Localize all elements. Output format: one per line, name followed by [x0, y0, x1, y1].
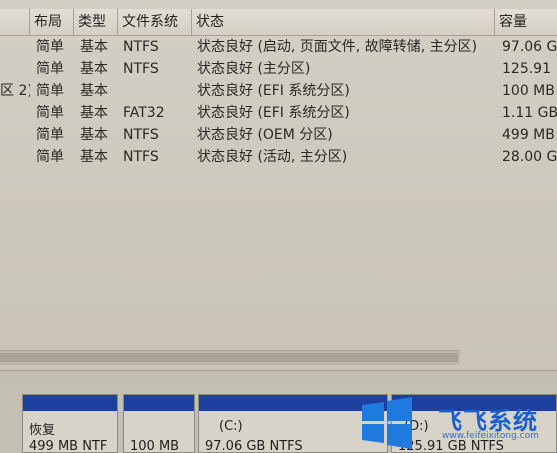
volume-list-header: 布局 类型 文件系统 状态 容量: [0, 9, 557, 36]
volume-type: 基本: [80, 127, 108, 143]
volume-type: 基本: [80, 39, 108, 55]
volume-type: 基本: [80, 61, 108, 77]
column-header-volume[interactable]: [0, 9, 30, 35]
watermark-url: www.feifeixitong.com: [442, 431, 539, 441]
volume-name: 区 2): [0, 83, 30, 99]
watermark: 飞飞系统 www.feifeixitong.com: [360, 395, 557, 453]
volume-type: 基本: [80, 83, 108, 99]
volume-type: 基本: [80, 149, 108, 165]
column-header-type[interactable]: 类型: [74, 9, 118, 35]
partition-label: (C:): [219, 419, 243, 434]
volume-layout: 简单: [36, 83, 64, 99]
volume-capacity: 499 MB: [502, 127, 555, 143]
volume-status: 状态良好 (EFI 系统分区): [197, 105, 350, 121]
volume-type: 基本: [80, 105, 108, 121]
volume-row[interactable]: 简单 基本 NTFS 状态良好 (主分区) 125.91: [0, 58, 557, 80]
partition-bar: [23, 395, 117, 411]
partition-bar: [124, 395, 194, 411]
volume-filesystem: NTFS: [123, 127, 159, 143]
column-header-capacity[interactable]: 容量: [495, 9, 557, 35]
windows-logo-icon: [362, 397, 412, 449]
partition-recovery[interactable]: 恢复 499 MB NTF: [22, 394, 118, 453]
volume-layout: 简单: [36, 39, 64, 55]
volume-name: [0, 146, 30, 168]
partition-bar: [199, 395, 387, 411]
partition-label: 恢复: [29, 423, 56, 438]
partition-size: 499 MB NTF: [29, 439, 108, 453]
horizontal-scrollbar[interactable]: [0, 350, 460, 365]
volume-layout: 简单: [36, 149, 64, 165]
volume-row[interactable]: 简单 基本 FAT32 状态良好 (EFI 系统分区) 1.11 GB: [0, 102, 557, 124]
volume-name: [0, 102, 30, 124]
partition-efi[interactable]: 100 MB: [123, 394, 195, 453]
volume-capacity: 1.11 GB: [502, 105, 557, 121]
column-header-status[interactable]: 状态: [192, 9, 495, 35]
volume-filesystem: [123, 80, 193, 102]
volume-filesystem: FAT32: [123, 105, 165, 121]
disk-management-window: 布局 类型 文件系统 状态 容量 简单 基本 NTFS 状态良好 (启动, 页面…: [0, 0, 557, 453]
volume-filesystem: NTFS: [123, 39, 159, 55]
volume-name: [0, 36, 30, 58]
volume-name: [0, 124, 30, 146]
volume-filesystem: NTFS: [123, 61, 159, 77]
volume-layout: 简单: [36, 105, 64, 121]
volume-row[interactable]: 简单 基本 NTFS 状态良好 (OEM 分区) 499 MB: [0, 124, 557, 146]
volume-capacity: 125.91: [502, 61, 551, 77]
volume-row[interactable]: 简单 基本 NTFS 状态良好 (启动, 页面文件, 故障转储, 主分区) 97…: [0, 36, 557, 58]
column-header-layout[interactable]: 布局: [30, 9, 74, 35]
volume-capacity: 28.00 G: [502, 149, 557, 165]
partition-size: 97.06 GB NTFS: [205, 439, 303, 453]
volume-layout: 简单: [36, 127, 64, 143]
volume-status: 状态良好 (EFI 系统分区): [197, 83, 350, 99]
volume-row[interactable]: 区 2) 简单 基本 状态良好 (EFI 系统分区) 100 MB: [0, 80, 557, 102]
partition-size: 100 MB: [130, 439, 180, 453]
volume-capacity: 97.06 G: [502, 39, 557, 55]
volume-row[interactable]: 简单 基本 NTFS 状态良好 (活动, 主分区) 28.00 G: [0, 146, 557, 168]
volume-name: [0, 58, 30, 80]
volume-status: 状态良好 (主分区): [197, 61, 311, 77]
volume-filesystem: NTFS: [123, 149, 159, 165]
volume-capacity: 100 MB: [502, 83, 555, 99]
volume-status: 状态良好 (OEM 分区): [197, 127, 333, 143]
volume-layout: 简单: [36, 61, 64, 77]
volume-status: 状态良好 (启动, 页面文件, 故障转储, 主分区): [197, 39, 478, 55]
column-header-filesystem[interactable]: 文件系统: [118, 9, 192, 35]
scrollbar-thumb[interactable]: [0, 353, 458, 362]
volume-status: 状态良好 (活动, 主分区): [197, 149, 348, 165]
